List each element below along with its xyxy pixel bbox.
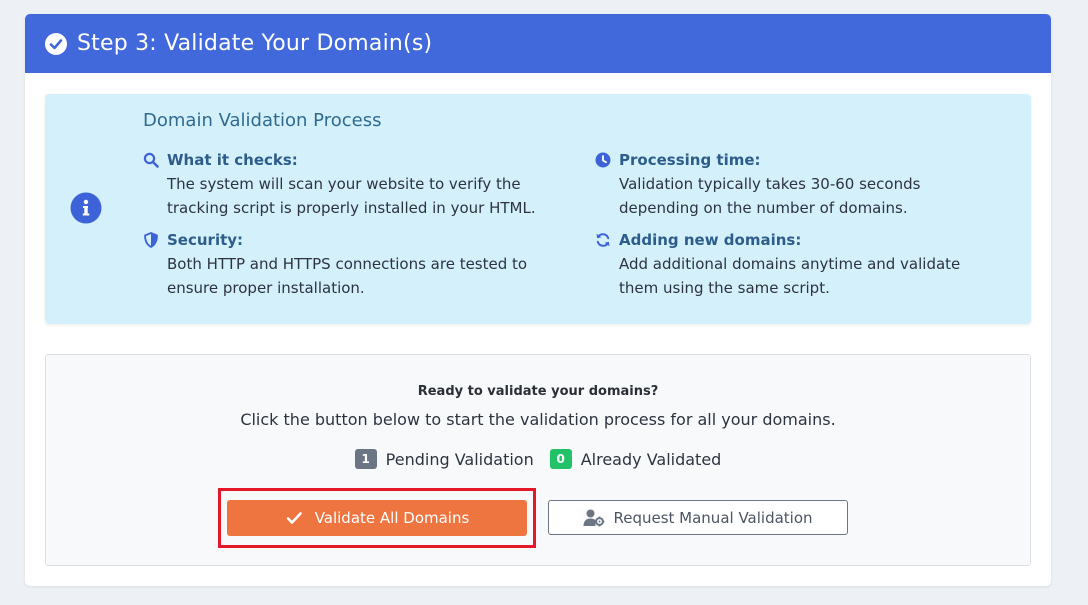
pending-status: 1 Pending Validation <box>354 449 534 469</box>
instruction-text: Click the button below to start the vali… <box>240 410 836 429</box>
clock-icon <box>595 152 611 168</box>
validated-label: Already Validated <box>580 449 722 469</box>
pending-label: Pending Validation <box>385 449 534 469</box>
feature-label: What it checks: <box>167 151 298 169</box>
info-title: Domain Validation Process <box>143 110 382 131</box>
feature-what-it-checks: What it checks: The system will scan you… <box>143 149 553 220</box>
page-title: Step 3: Validate Your Domain(s) <box>77 31 433 56</box>
feature-text: The system will scan your website to ver… <box>167 175 521 193</box>
feature-processing-time: Processing time: Validation typically ta… <box>595 149 1005 220</box>
ready-heading: Ready to validate your domains? <box>417 384 659 399</box>
user-gear-icon <box>583 509 605 527</box>
pending-count-badge: 1 <box>354 449 377 469</box>
feature-label: Adding new domains: <box>619 231 802 249</box>
shield-icon <box>143 232 159 248</box>
feature-label: Processing time: <box>619 151 761 169</box>
validation-card: Step 3: Validate Your Domain(s) Domain V… <box>25 14 1051 586</box>
feature-text: them using the same script. <box>619 279 830 297</box>
feature-text: depending on the number of domains. <box>619 199 908 217</box>
validated-count-badge: 0 <box>549 449 572 469</box>
validated-status: 0 Already Validated <box>549 449 722 469</box>
feature-text: Add additional domains anytime and valid… <box>619 255 961 273</box>
feature-text: Both HTTP and HTTPS connections are test… <box>167 255 528 273</box>
checkmark-icon <box>285 509 303 527</box>
feature-text: tracking script is properly installed in… <box>167 199 536 217</box>
sync-icon <box>595 232 611 248</box>
info-panel: Domain Validation Process What it checks… <box>45 94 1031 324</box>
request-manual-validation-button[interactable]: Request Manual Validation <box>548 500 848 535</box>
feature-adding-domains: Adding new domains: Add additional domai… <box>595 229 1005 300</box>
validation-action-panel: Ready to validate your domains? Click th… <box>45 354 1031 566</box>
validation-status: 1 Pending Validation 0 Already Validated <box>46 449 1030 469</box>
search-icon <box>143 152 159 168</box>
feature-text: ensure proper installation. <box>167 279 365 297</box>
validate-all-domains-button[interactable]: Validate All Domains <box>227 500 527 536</box>
validate-button-label: Validate All Domains <box>314 509 470 527</box>
manual-button-label: Request Manual Validation <box>613 508 813 527</box>
info-circle-icon <box>70 192 102 224</box>
feature-text: Validation typically takes 30-60 seconds <box>619 175 921 193</box>
feature-security: Security: Both HTTP and HTTPS connection… <box>143 229 553 300</box>
card-header: Step 3: Validate Your Domain(s) <box>25 14 1051 73</box>
check-circle-icon <box>45 32 67 55</box>
feature-label: Security: <box>167 231 244 249</box>
